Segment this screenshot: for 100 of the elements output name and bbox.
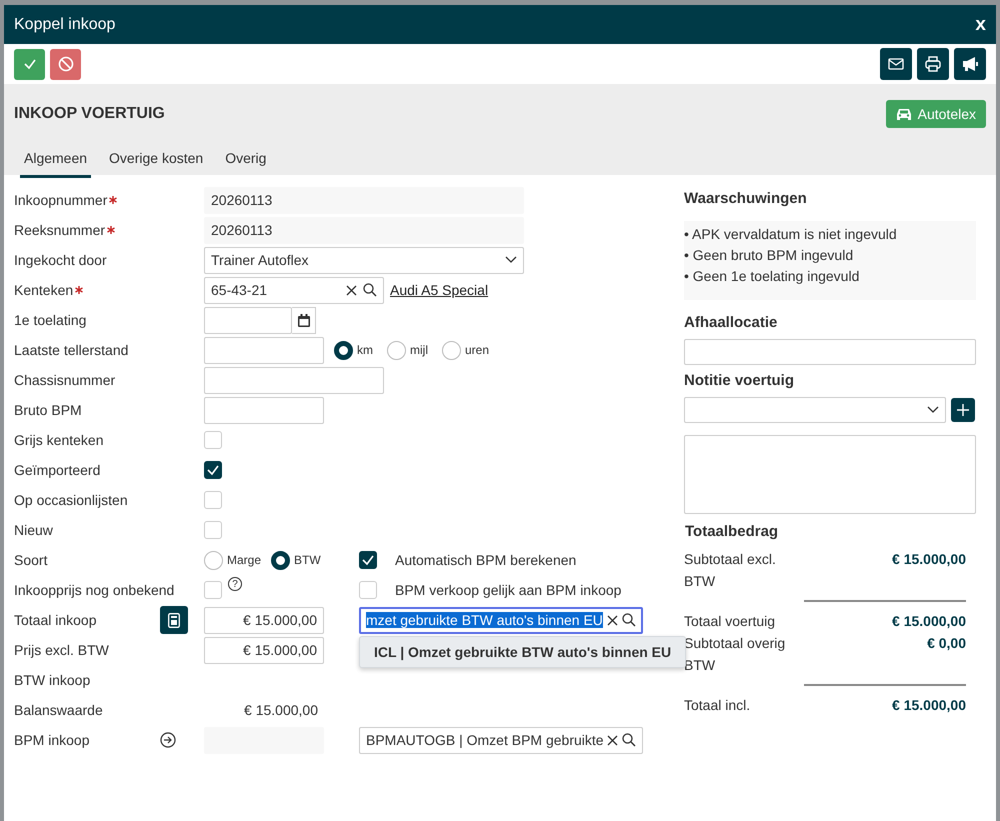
asterisk-icon — [109, 196, 118, 204]
warning-text: • Geen bruto BPM ingevuld — [684, 246, 854, 265]
lookup-field[interactable]: BPMAUTOGB | Omzet BPM gebruikte — [359, 726, 643, 754]
total-value: € 15.000,00 — [891, 696, 966, 715]
radio-button[interactable] — [442, 340, 461, 360]
radio-button[interactable] — [387, 340, 406, 360]
print-button[interactable] — [917, 48, 949, 80]
field-label: Chassisnummer — [14, 372, 116, 388]
confirm-button[interactable] — [14, 48, 45, 80]
total-label: Totaal incl. — [684, 696, 752, 715]
field-label: Grijs kenteken — [14, 432, 104, 448]
tab[interactable]: Overig — [221, 150, 270, 178]
calendar-icon — [298, 314, 310, 326]
search-icon[interactable] — [622, 613, 636, 627]
field-label: 1e toelating — [14, 312, 86, 328]
plus-icon — [956, 403, 970, 417]
checkbox-label: BPM verkoop gelijk aan BPM inkoop — [395, 582, 622, 598]
field-label: Totaal inkoop — [14, 612, 97, 628]
section-heading: Waarschuwingen — [684, 190, 808, 207]
section-heading: Afhaallocatie — [684, 314, 778, 331]
input-field[interactable]: 20260113 — [204, 186, 524, 214]
calendar-button[interactable] — [292, 306, 316, 334]
radio-label: mijl — [410, 343, 428, 357]
input-field[interactable]: 20260113 — [204, 216, 524, 244]
cancel-button[interactable] — [50, 48, 81, 80]
megaphone-icon — [962, 56, 978, 72]
dropdown-option[interactable]: ICL | Omzet gebruikte BTW auto's binnen EU — [359, 636, 686, 668]
calculator-button[interactable] — [160, 606, 188, 634]
radio-label: BTW — [294, 553, 321, 567]
radio-button[interactable] — [334, 340, 353, 360]
field-label: Prijs excl. BTW — [14, 642, 109, 658]
field-label: Geïmporteerd — [14, 462, 100, 478]
clear-icon[interactable] — [607, 614, 618, 626]
amount-field[interactable] — [204, 396, 324, 424]
section-heading: Totaalbedrag — [685, 523, 780, 540]
field-label: BPM inkoop — [14, 732, 90, 748]
field-label: BTW inkoop — [14, 672, 90, 688]
checkbox-label: Automatisch BPM berekenen — [395, 552, 576, 568]
envelope-icon — [888, 58, 904, 70]
field-label: Laatste tellerstand — [14, 342, 128, 358]
lookup-field[interactable]: mzet gebruikte BTW auto's binnen EU — [359, 606, 643, 634]
total-value: € 15.000,00 — [891, 550, 966, 569]
printer-icon — [925, 56, 941, 72]
field-label: Inkoopprijs nog onbekend — [14, 582, 174, 598]
checkbox[interactable] — [359, 551, 377, 569]
chevron-down-icon — [505, 256, 517, 264]
asterisk-icon — [75, 286, 84, 294]
total-value: € 15.000,00 — [891, 612, 966, 631]
warning-text: • APK vervaldatum is niet ingevuld — [684, 225, 898, 244]
asterisk-icon — [107, 226, 116, 234]
radio-button[interactable] — [204, 550, 223, 570]
input-field[interactable] — [204, 366, 384, 394]
field-label: Ingekocht door — [14, 252, 107, 268]
search-icon[interactable] — [622, 733, 636, 747]
close-button[interactable]: x — [975, 15, 986, 34]
help-icon[interactable]: ? — [228, 577, 242, 591]
radio-label: uren — [465, 343, 490, 357]
total-label: Totaal voertuig — [684, 612, 776, 631]
dialog-title: Koppel inkoop — [14, 16, 116, 34]
search-icon[interactable] — [363, 283, 377, 297]
car-icon — [896, 107, 912, 121]
value-text: € 15.000,00 — [243, 702, 319, 718]
clear-icon[interactable] — [607, 734, 618, 746]
calculator-icon — [168, 612, 180, 628]
section-title: INKOOP VOERTUIG — [14, 105, 165, 123]
radio-button[interactable] — [271, 550, 290, 570]
select-field[interactable]: Trainer Autoflex — [204, 246, 524, 274]
megaphone-button[interactable] — [954, 48, 986, 80]
field-label: Inkoopnummer — [14, 192, 118, 208]
input-field[interactable]: 65-43-21 — [204, 276, 384, 304]
email-button[interactable] — [880, 48, 912, 80]
input-field[interactable] — [684, 339, 976, 365]
amount-field[interactable]: € 15.000,00 — [204, 606, 324, 634]
add-button[interactable] — [951, 398, 975, 422]
field-label: Balanswaarde — [14, 702, 103, 718]
field-label: Bruto BPM — [14, 402, 82, 418]
chevron-down-icon — [927, 406, 939, 414]
section-heading: Notitie voertuig — [684, 372, 796, 389]
field-label: Soort — [14, 552, 48, 568]
check-icon — [22, 57, 36, 71]
radio-label: Marge — [227, 553, 262, 567]
checkbox[interactable] — [204, 461, 222, 479]
radio-label: km — [357, 343, 373, 357]
input-field[interactable] — [204, 336, 324, 364]
select-field[interactable] — [684, 397, 946, 423]
total-label: Subtotaal excl. BTW — [684, 550, 777, 591]
field-label: Nieuw — [14, 522, 53, 538]
warning-text: • Geen 1e toelating ingevuld — [684, 267, 860, 286]
field-label: Op occasionlijsten — [14, 492, 128, 508]
tab[interactable]: Algemeen — [20, 150, 92, 178]
field-label: Reeksnummer — [14, 222, 116, 238]
ban-icon — [58, 56, 74, 72]
total-value: € 0,00 — [926, 634, 966, 653]
clear-icon[interactable] — [346, 284, 357, 296]
field-label: Kenteken — [14, 282, 84, 298]
arrow-circle-icon[interactable] — [160, 732, 176, 748]
date-field[interactable] — [204, 306, 292, 334]
tab[interactable]: Overige kosten — [105, 150, 208, 178]
amount-field[interactable]: € 15.000,00 — [204, 636, 324, 664]
vehicle-link[interactable]: Audi A5 Special — [390, 282, 488, 298]
